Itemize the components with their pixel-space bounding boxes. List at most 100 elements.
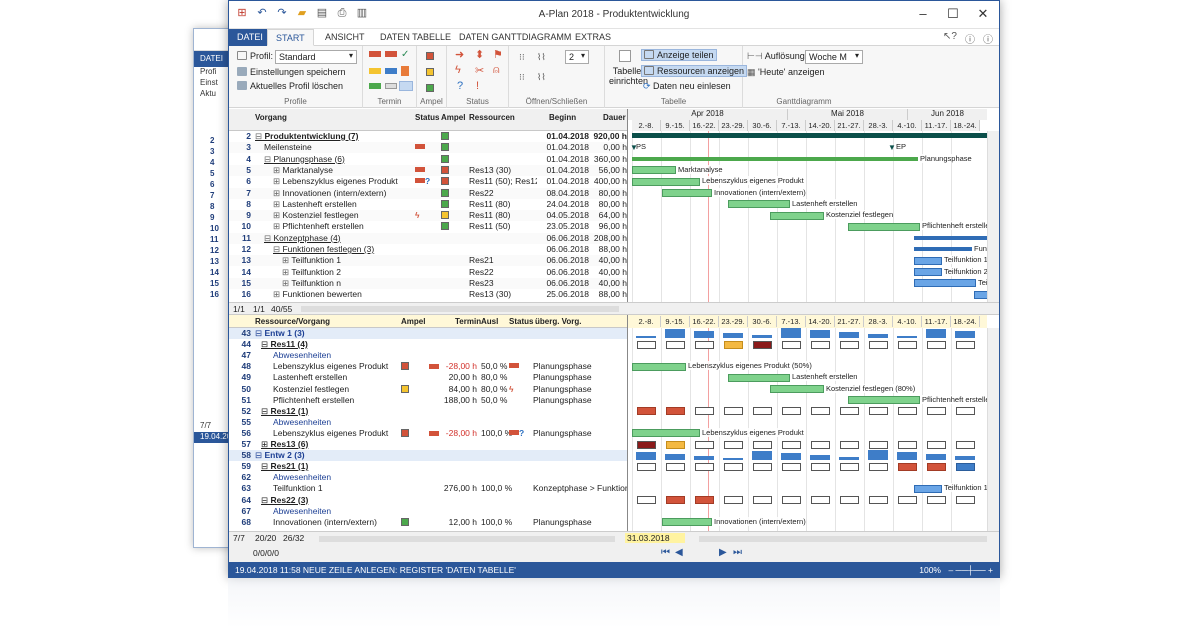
capacity-box[interactable] <box>637 440 656 449</box>
resource-name[interactable]: ⊟ Entw 2 (3) <box>255 450 405 461</box>
task-name[interactable]: ⊞ Pflichtenheft erstellen <box>255 221 411 232</box>
capacity-box[interactable] <box>666 340 685 349</box>
table-setup-button[interactable]: Tabelle einrichten <box>609 66 648 86</box>
resource-row[interactable]: 44 ⊟ Res11 (4) <box>229 339 627 350</box>
task-bar[interactable] <box>974 290 987 299</box>
nav-first-icon[interactable]: ⏮ <box>661 547 670 558</box>
close-button[interactable]: ✕ <box>969 5 997 23</box>
exclamation-icon[interactable]: ! <box>476 80 479 92</box>
capacity-box[interactable] <box>782 496 801 504</box>
capacity-box[interactable] <box>927 496 946 504</box>
capacity-box[interactable] <box>869 407 888 416</box>
capacity-box[interactable] <box>811 496 830 504</box>
capacity-box[interactable] <box>927 340 946 349</box>
task-row[interactable]: 15 ⊞ Teilfunktion n Res23 06.06.2018 40,00 h <box>229 277 627 289</box>
task-name[interactable]: ⊟ Funktionen festlegen (3) <box>255 244 411 255</box>
split-view-button[interactable]: Anzeige teilen <box>641 49 717 61</box>
resource-name[interactable]: Lastenheft erstellen <box>255 372 405 383</box>
capacity-box[interactable] <box>869 340 888 349</box>
show-today-button[interactable]: ▦ 'Heute' anzeigen <box>747 67 825 78</box>
resource-row[interactable]: 58 ⊟ Entw 2 (3) <box>229 450 627 462</box>
allocation-bar[interactable] <box>728 373 790 382</box>
capacity-box[interactable] <box>724 462 743 471</box>
capacity-box[interactable] <box>811 462 830 471</box>
profile-select[interactable]: Standard <box>275 50 357 64</box>
col-task[interactable]: Vorgang <box>255 113 287 122</box>
resource-row[interactable]: 49 Lastenheft erstellen 20,00 h 80,0 % Planu… <box>229 372 627 383</box>
capacity-box[interactable] <box>753 496 772 504</box>
allocation-bar[interactable] <box>914 484 942 493</box>
capacity-box[interactable] <box>695 340 714 349</box>
phase-bar[interactable] <box>632 156 918 161</box>
task-row[interactable]: 13 ⊞ Teilfunktion 1 Res21 06.06.2018 40,00 h <box>229 255 627 267</box>
resource-row[interactable]: 62 Abwesenheiten <box>229 472 627 483</box>
termin-red2-icon[interactable] <box>385 51 397 57</box>
task-row[interactable]: 5 ⊞ Marktanalyse Res13 (30) 01.04.2018 56,00… <box>229 164 627 176</box>
resource-row[interactable]: 47 Abwesenheiten <box>229 350 627 361</box>
termin-active-icon[interactable] <box>399 81 413 91</box>
check-icon[interactable]: ✓ <box>401 49 409 60</box>
resolution-select[interactable]: Woche M <box>805 50 863 64</box>
capacity-box[interactable] <box>666 462 685 471</box>
col-vorg[interactable]: überg. Vorg. <box>535 317 582 326</box>
task-bar[interactable] <box>662 189 712 197</box>
capacity-box[interactable] <box>927 462 946 471</box>
resource-row[interactable]: 64 ⊟ Res22 (3) <box>229 495 627 506</box>
tab-datei[interactable]: DATEI <box>229 29 271 46</box>
task-row[interactable]: 12 ⊟ Funktionen festlegen (3) 06.06.2018 88… <box>229 244 627 255</box>
task-vertical-scrollbar[interactable] <box>987 131 999 302</box>
info-icon[interactable]: ⓘ <box>983 31 993 46</box>
nav-prev-icon[interactable]: ◀ <box>675 547 683 558</box>
capacity-box[interactable] <box>898 340 917 349</box>
capacity-box[interactable] <box>637 462 656 471</box>
task-name[interactable]: ⊞ Lebenszyklus eigenes Produkt <box>255 176 411 187</box>
task-row[interactable]: 11 ⊟ Konzeptphase (4) 06.06.2018 208,00 h <box>229 232 627 244</box>
resource-name[interactable]: ⊟ Entw 1 (3) <box>255 328 405 339</box>
capacity-box[interactable] <box>695 440 714 449</box>
col-res-status[interactable]: Status <box>509 317 533 326</box>
nav-next-icon[interactable]: ▶ <box>719 547 727 558</box>
allocation-bar[interactable] <box>632 429 700 438</box>
task-name[interactable]: ⊞ Teilfunktion 2 <box>255 267 411 278</box>
resource-name[interactable]: ⊟ Res21 (1) <box>255 461 405 472</box>
capacity-box[interactable] <box>666 496 685 504</box>
res-horizontal-scrollbar[interactable] <box>319 536 615 542</box>
task-row[interactable]: 4 ⊟ Planungsphase (6) 01.04.2018 360,00 h <box>229 154 627 165</box>
task-name[interactable]: ⊞ Marktanalyse <box>255 165 411 176</box>
capacity-box[interactable] <box>869 462 888 471</box>
capacity-box[interactable] <box>840 496 859 504</box>
phase-bar[interactable] <box>914 235 987 240</box>
task-name[interactable]: ⊞ Kostenziel festlegen <box>255 210 411 221</box>
termin-yellow-icon[interactable] <box>369 68 381 74</box>
show-resources-button[interactable]: Ressourcen anzeigen <box>641 65 748 77</box>
task-bar[interactable] <box>914 279 976 288</box>
termin-blue-icon[interactable] <box>385 68 397 74</box>
capacity-box[interactable] <box>956 407 975 416</box>
termin-empty-icon[interactable] <box>385 83 397 89</box>
task-name[interactable]: ⊞ Teilfunktion n <box>255 278 411 289</box>
task-bar[interactable] <box>632 177 700 186</box>
question-icon[interactable]: ? <box>457 80 463 92</box>
task-row[interactable]: 8 ⊞ Lastenheft erstellen Res11 (80) 24.04.2… <box>229 199 627 210</box>
task-bar[interactable] <box>728 200 790 209</box>
capacity-box[interactable] <box>956 462 975 471</box>
resource-name[interactable]: Teilfunktion 1 <box>255 483 405 494</box>
pause-icon[interactable] <box>401 66 409 76</box>
resource-row[interactable]: 51 Pflichtenheft erstellen 188,00 h 50,0 % P… <box>229 395 627 406</box>
task-row[interactable]: 14 ⊞ Teilfunktion 2 Res22 06.06.2018 40,00 h <box>229 267 627 278</box>
tab-start[interactable]: START <box>267 29 314 46</box>
task-name[interactable]: ⊞ Funktionen bewerten <box>255 289 411 300</box>
termin-red-icon[interactable] <box>369 51 381 57</box>
resource-vertical-scrollbar[interactable] <box>987 328 999 531</box>
collapse-icon[interactable]: ⌇⌇ <box>537 52 546 63</box>
task-horizontal-scrollbar[interactable] <box>301 306 619 312</box>
capacity-box[interactable] <box>724 440 743 449</box>
resource-row[interactable]: 43 ⊟ Entw 1 (3) <box>229 328 627 339</box>
resource-row[interactable]: 59 ⊟ Res21 (1) <box>229 461 627 472</box>
capacity-box[interactable] <box>695 462 714 471</box>
allocation-bar[interactable] <box>770 385 824 393</box>
resource-row[interactable]: 50 Kostenziel festlegen 84,00 h 80,0 % ϟ Plan… <box>229 384 627 395</box>
minimize-button[interactable]: – <box>909 5 937 23</box>
lightning-icon[interactable]: ϟ <box>455 64 461 76</box>
task-bar[interactable] <box>914 256 942 265</box>
